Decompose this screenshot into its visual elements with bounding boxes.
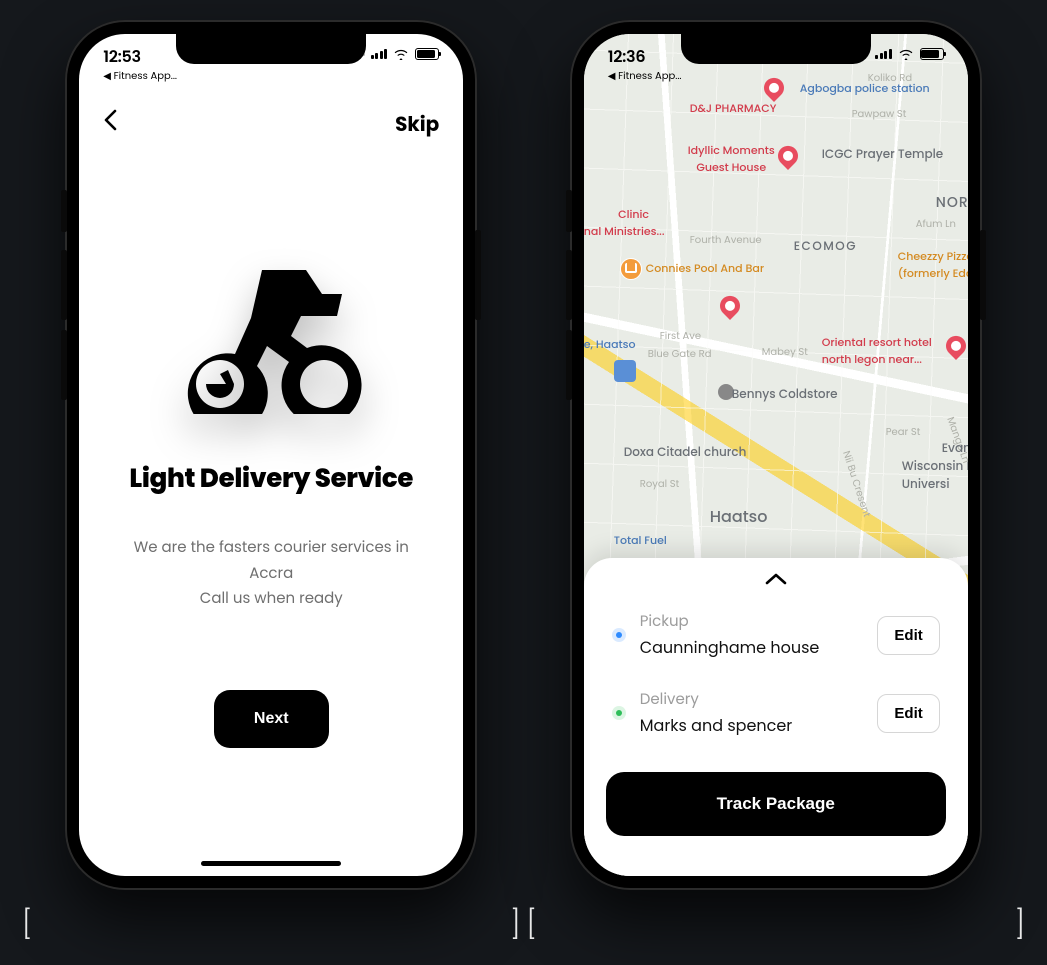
map-label: Mabey St: [762, 344, 808, 360]
map-label: Bennys Coldstore: [732, 386, 838, 404]
delivery-dot-icon: [612, 706, 626, 720]
status-time: 12:53: [103, 44, 141, 69]
map-label: Haatso: [710, 504, 768, 529]
wifi-icon: [898, 48, 914, 60]
notch: [681, 34, 871, 64]
map-pin-hospital-icon[interactable]: [716, 292, 744, 320]
map-label: NOR: [936, 192, 968, 213]
map-label: Blue Gate Rd: [648, 346, 712, 362]
status-back-app[interactable]: ◀ Fitness App...: [103, 68, 177, 84]
map-label: Nii Bu Cresent: [838, 449, 875, 520]
map-label: Connies Pool And Bar: [646, 260, 764, 277]
chevron-up-icon: [765, 572, 787, 586]
delivery-row: Delivery Marks and spencer Edit: [606, 674, 946, 752]
map-label: Pawpaw St: [852, 106, 907, 122]
map-label: Fourth Avenue: [690, 232, 762, 248]
chevron-left-icon: [103, 109, 117, 131]
edit-delivery-button[interactable]: Edit: [877, 694, 939, 733]
phone-frame: 12:53 ◀ Fitness App... Skip: [65, 20, 477, 890]
sheet-handle[interactable]: [606, 572, 946, 586]
map-label: Cheezzy Pizza H (formerly Eddys…: [898, 248, 968, 282]
map-label: Pear St: [886, 424, 921, 440]
next-button[interactable]: Next: [214, 690, 329, 748]
pickup-dot-icon: [612, 628, 626, 642]
map-pin-shop-icon[interactable]: [614, 360, 636, 382]
corner-bracket: [: [527, 904, 537, 946]
onboarding-content: Light Delivery Service We are the faster…: [79, 34, 463, 876]
phone-frame: D&J PHARMACY Agbogba police station Pawp…: [570, 20, 982, 890]
map-label: e, Haatso: [584, 336, 636, 353]
map-pin-food-icon[interactable]: [620, 258, 642, 280]
page-title: Light Delivery Service: [129, 460, 413, 499]
map-label: Mango Ln: [942, 415, 968, 466]
map-label: Royal St: [640, 476, 680, 492]
cellular-signal-icon: [875, 49, 892, 59]
device-onboarding: 12:53 ◀ Fitness App... Skip: [28, 20, 515, 940]
map-label: Total Fuel: [614, 532, 667, 549]
map-label: Clinic nal Ministries...: [584, 206, 665, 240]
home-indicator[interactable]: [201, 861, 341, 866]
pickup-row: Pickup Caunninghame house Edit: [606, 596, 946, 674]
corner-bracket: [: [22, 904, 32, 946]
track-package-button[interactable]: Track Package: [606, 772, 946, 836]
map-pin-hotel-icon[interactable]: [942, 332, 968, 360]
motorbike-logo-icon: [166, 264, 376, 414]
map-label: Afum Ln: [916, 216, 956, 232]
corner-bracket: ]: [510, 904, 520, 946]
map-label: ICGC Prayer Temple: [822, 146, 943, 164]
map-label: Evan: [942, 440, 968, 458]
edit-pickup-button[interactable]: Edit: [877, 616, 939, 655]
wifi-icon: [393, 48, 409, 60]
battery-icon: [415, 48, 439, 60]
pickup-label: Pickup: [640, 610, 864, 633]
notch: [176, 34, 366, 64]
battery-icon: [920, 48, 944, 60]
device-tracking: D&J PHARMACY Agbogba police station Pawp…: [533, 20, 1020, 940]
map-label: Idyllic Moments Guest House: [688, 142, 775, 176]
top-nav: Skip: [79, 98, 463, 149]
status-back-app[interactable]: ◀ Fitness App...: [608, 68, 682, 84]
map-label: Oriental resort hotel north legon near..…: [822, 334, 932, 368]
corner-bracket: ]: [1015, 904, 1025, 946]
page-subtitle: We are the fasters courier services in A…: [79, 535, 463, 612]
map-label: First Ave: [660, 328, 701, 344]
map-pin-guesthouse-icon[interactable]: [774, 142, 802, 170]
screen-onboarding: 12:53 ◀ Fitness App... Skip: [79, 34, 463, 876]
map-pin-poi-icon[interactable]: [718, 384, 734, 400]
pickup-value: Caunninghame house: [640, 635, 864, 660]
map-label: Wisconsin In Universi: [902, 458, 968, 494]
bottom-sheet[interactable]: Pickup Caunninghame house Edit Delivery …: [584, 558, 968, 876]
cellular-signal-icon: [371, 49, 388, 59]
map-label: ECOMOG: [794, 238, 857, 256]
skip-button[interactable]: Skip: [395, 109, 439, 139]
back-button[interactable]: [103, 106, 117, 141]
map-label: Doxa Citadel church: [624, 444, 747, 462]
delivery-value: Marks and spencer: [640, 713, 864, 738]
delivery-label: Delivery: [640, 688, 864, 711]
screen-tracking: D&J PHARMACY Agbogba police station Pawp…: [584, 34, 968, 876]
status-time: 12:36: [608, 44, 646, 69]
map-label: D&J PHARMACY: [690, 100, 777, 117]
